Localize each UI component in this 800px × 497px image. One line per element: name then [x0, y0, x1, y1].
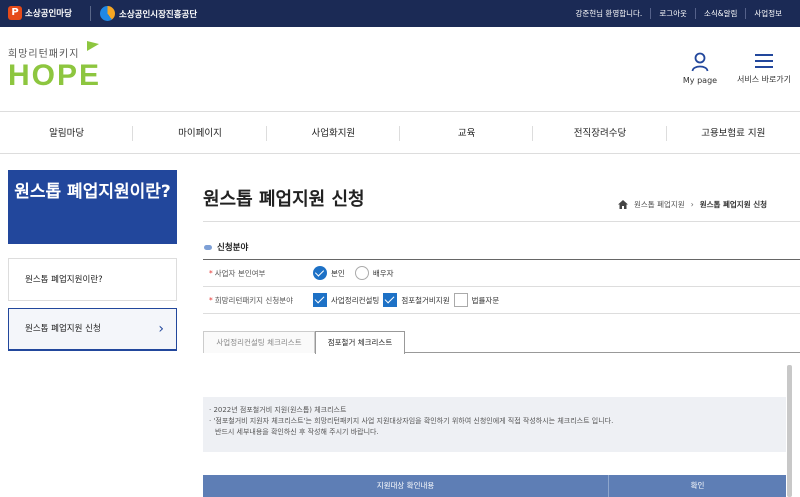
- tab-consulting-checklist[interactable]: 사업정리컨설팅 체크리스트: [203, 331, 315, 353]
- checkbox-demolition-label[interactable]: 점포철거비지원: [401, 295, 449, 306]
- field-checkbox-group: 사업정리컨설팅 점포철거비지원 법률자문: [313, 293, 499, 307]
- title-divider: [203, 221, 800, 222]
- mypage-label: My page: [682, 76, 718, 85]
- form-label-owner: * 사업자 본인여부: [209, 268, 266, 278]
- radio-self[interactable]: [313, 266, 327, 280]
- checkbox-legal[interactable]: [453, 293, 468, 307]
- nav-item-education[interactable]: 교육: [400, 113, 534, 153]
- logo-flag-icon: [87, 41, 99, 51]
- nav-item-job-allowance[interactable]: 전직장려수당: [533, 113, 667, 153]
- notice-line-2: · '점포철거비 지원자 체크리스트'는 희망리턴패키지 사업 지원대상자임을 …: [209, 417, 614, 425]
- welcome-text: 강준현님 환영합니다.: [575, 9, 643, 18]
- logout-link[interactable]: 로그아웃: [650, 8, 695, 19]
- notice-box: · 2022년 점포철거비 지원(원스톱) 체크리스트 · '점포철거비 지원자…: [203, 397, 786, 452]
- sidebar-item-apply[interactable]: 원스톱 폐업지원 신청 ›: [8, 308, 177, 351]
- news-link[interactable]: 소식&알림: [694, 8, 745, 19]
- sosang-madang-logo-icon: P: [8, 6, 22, 20]
- sosang-madang-label: 소상공인마당: [25, 9, 72, 19]
- breadcrumb: 원스톱 폐업지원 › 원스톱 폐업지원 신청: [618, 199, 767, 210]
- main-navigation: 알림마당 마이페이지 사업화지원 교육 전직장려수당 고용보험료 지원: [0, 113, 800, 154]
- checkbox-demolition[interactable]: [383, 293, 398, 307]
- nav-item-insurance-support[interactable]: 고용보험료 지원: [667, 113, 800, 153]
- section-title: 신청분야: [217, 243, 249, 253]
- section-header: 신청분야: [204, 241, 248, 253]
- section-bullet-icon: [204, 244, 212, 250]
- page-title: 원스톱 폐업지원 신청: [203, 189, 365, 210]
- form-label-field: * 희망리턴패키지 신청분야: [209, 295, 294, 305]
- scrollbar[interactable]: [787, 365, 792, 497]
- application-form: * 사업자 본인여부 본인 배우자 * 희망리턴패키지 신청분야 사업정리컨설팅 점…: [203, 259, 800, 314]
- nav-item-mypage[interactable]: 마이페이지: [133, 113, 267, 153]
- mypage-button[interactable]: My page: [680, 52, 720, 85]
- breadcrumb-item-onestop[interactable]: 원스톱 폐업지원: [634, 199, 685, 210]
- checklist-table-header: 지원대상 확인내용 확인: [203, 475, 786, 497]
- sidebar-title: 원스톱 폐업지원이란?: [8, 170, 177, 244]
- sidebar-item-about[interactable]: 원스톱 폐업지원이란?: [8, 258, 177, 301]
- logo-subtitle: 희망리턴패키지: [8, 49, 80, 60]
- owner-radio-group: 본인 배우자: [313, 266, 394, 280]
- semas-logo-icon: [100, 6, 115, 21]
- sidebar-item-apply-label: 원스톱 폐업지원 신청: [25, 324, 101, 334]
- hamburger-menu-icon: [755, 54, 773, 68]
- table-header-confirm: 확인: [690, 481, 705, 490]
- checkbox-consulting-label[interactable]: 사업정리컨설팅: [331, 295, 379, 306]
- semas-label: 소상공인시장진흥공단: [119, 9, 198, 20]
- radio-spouse[interactable]: [354, 266, 369, 280]
- site-header: 희망리턴패키지 HOPE My page 서비스 바로가기: [0, 27, 800, 112]
- table-header-criteria: 지원대상 확인내용: [203, 475, 609, 497]
- utility-links: 강준현님 환영합니다. 로그아웃 소식&알림 사업정보: [567, 8, 790, 19]
- nav-item-notice[interactable]: 알림마당: [0, 113, 134, 153]
- home-icon[interactable]: [618, 200, 628, 209]
- radio-self-label[interactable]: 본인: [331, 268, 345, 279]
- service-shortcut-label: 서비스 바로가기: [736, 75, 792, 84]
- business-info-link[interactable]: 사업정보: [745, 8, 790, 19]
- checkbox-legal-label[interactable]: 법률자문: [472, 295, 500, 306]
- radio-spouse-label[interactable]: 배우자: [373, 268, 394, 279]
- form-row-owner: * 사업자 본인여부 본인 배우자: [203, 260, 800, 287]
- service-shortcut-button[interactable]: 서비스 바로가기: [735, 52, 793, 85]
- checklist-tabs: 사업정리컨설팅 체크리스트 점포철거 체크리스트: [203, 331, 800, 354]
- notice-line-1: · 2022년 점포철거비 지원(원스톱) 체크리스트: [209, 406, 347, 414]
- breadcrumb-item-current: 원스톱 폐업지원 신청: [699, 200, 768, 209]
- top-bar: P 소상공인마당 소상공인시장진흥공단 강준현님 환영합니다. 로그아웃 소식&…: [0, 0, 800, 27]
- notice-line-3: 반드시 세부내용을 확인하신 후 작성해 주시기 바랍니다.: [215, 428, 379, 436]
- tab-demolition-checklist[interactable]: 점포철거 체크리스트: [315, 331, 405, 354]
- checkbox-consulting[interactable]: [313, 293, 327, 307]
- user-icon: [691, 52, 709, 72]
- chevron-right-icon: ›: [158, 321, 164, 337]
- sosang-madang-link[interactable]: P 소상공인마당: [8, 6, 72, 20]
- brand-divider: [90, 6, 91, 21]
- breadcrumb-separator-icon: ›: [690, 200, 694, 209]
- semas-link[interactable]: 소상공인시장진흥공단: [100, 6, 197, 21]
- nav-item-business-support[interactable]: 사업화지원: [267, 113, 401, 153]
- form-row-field: * 희망리턴패키지 신청분야 사업정리컨설팅 점포철거비지원 법률자문: [203, 287, 800, 314]
- hope-logo[interactable]: HOPE: [8, 59, 101, 93]
